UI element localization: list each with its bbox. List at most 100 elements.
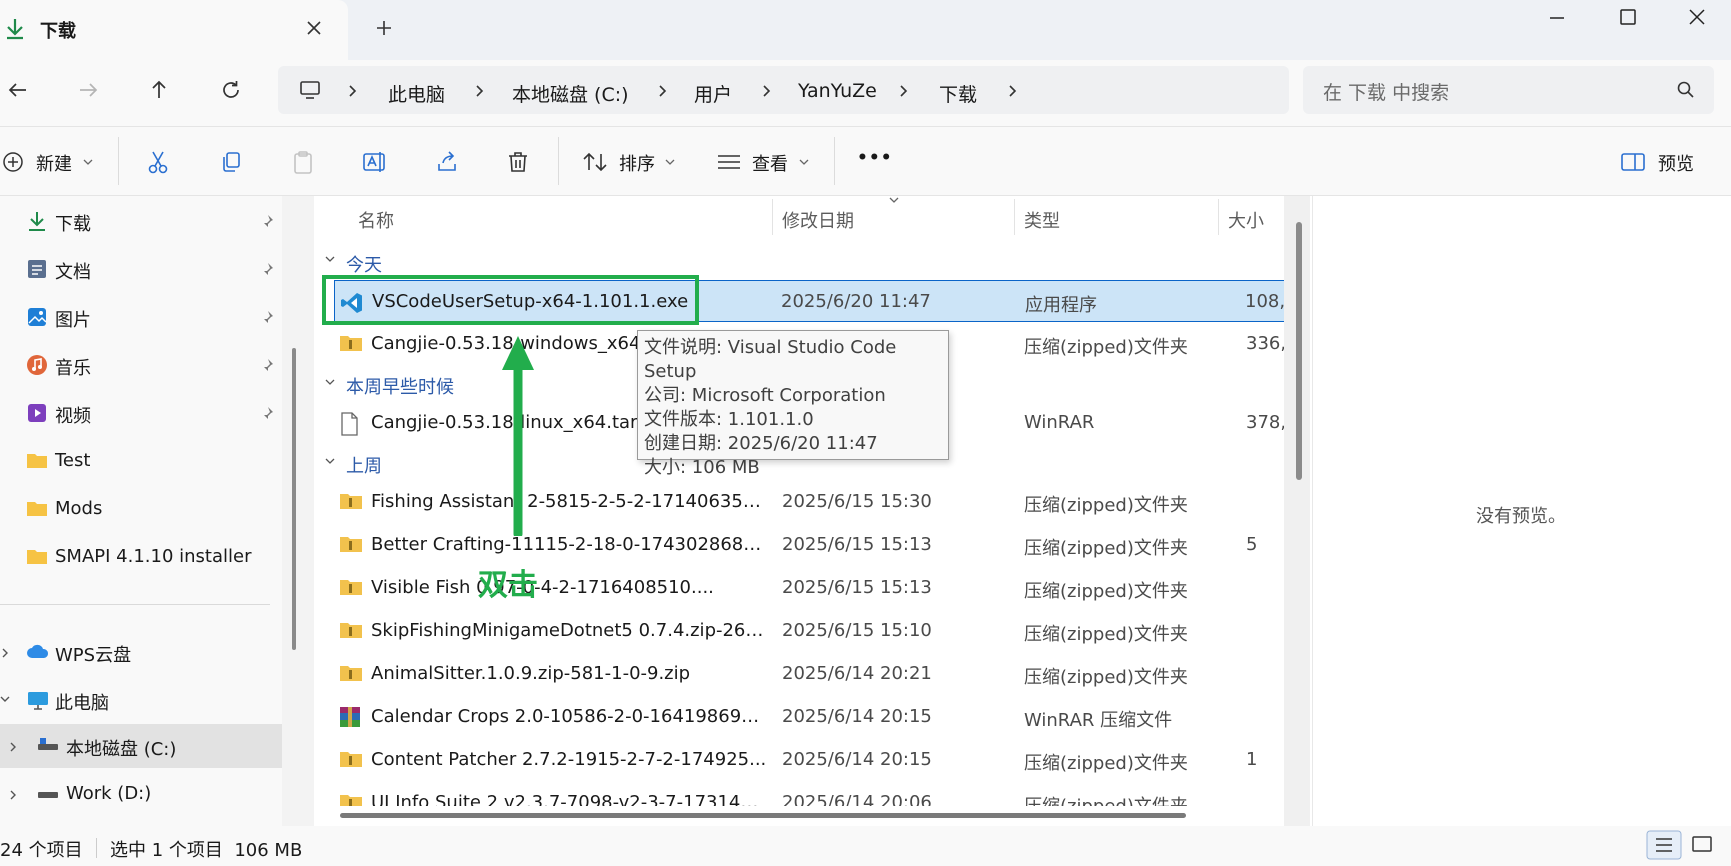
- file-name: Calendar Crops 2.0-10586-2-0-164198699..…: [371, 706, 767, 727]
- file-type: 压缩(zipped)文件夹: [1024, 495, 1188, 516]
- column-divider[interactable]: [1218, 199, 1219, 235]
- chevron-down-icon[interactable]: [664, 158, 676, 166]
- maximize-button[interactable]: [1612, 6, 1644, 30]
- sidebar-item-videos[interactable]: 视频: [0, 391, 282, 435]
- chevron-right-icon[interactable]: [473, 81, 487, 101]
- tiles-view-button[interactable]: [1690, 834, 1714, 856]
- file-row[interactable]: Better Crafting-11115-2-18-0-1743028688.…: [334, 524, 1286, 566]
- chevron-right-icon[interactable]: [760, 81, 774, 101]
- file-row[interactable]: Content Patcher 2.7.2-1915-2-7-2-174925.…: [334, 739, 1286, 781]
- preview-pane-icon[interactable]: [1620, 152, 1646, 172]
- sidebar-item-music[interactable]: 音乐: [0, 343, 282, 387]
- chevron-right-icon[interactable]: [8, 740, 18, 754]
- view-icon[interactable]: [716, 152, 742, 172]
- pin-icon[interactable]: [259, 357, 275, 373]
- details-view-button[interactable]: [1646, 830, 1682, 860]
- breadcrumb-user[interactable]: YanYuZe: [798, 80, 877, 102]
- column-header-date[interactable]: 修改日期: [782, 207, 854, 233]
- file-type: 压缩(zipped)文件夹: [1024, 624, 1188, 645]
- column-header-size[interactable]: 大小: [1228, 207, 1264, 233]
- share-icon[interactable]: [435, 150, 459, 174]
- chevron-down-icon[interactable]: [324, 377, 336, 387]
- chevron-right-icon[interactable]: [8, 788, 18, 802]
- pin-icon[interactable]: [259, 261, 275, 277]
- sidebar-item-drive-d[interactable]: Work (D:): [0, 772, 282, 816]
- group-header-earlier-this-week[interactable]: 本周早些时候: [346, 373, 454, 399]
- column-divider[interactable]: [772, 199, 773, 235]
- file-row[interactable]: Visible Fish 0.97-0-4-2-1716408510.... 2…: [334, 567, 1286, 609]
- tab-downloads[interactable]: 下载: [0, 0, 348, 60]
- new-button[interactable]: 新建: [36, 150, 72, 176]
- new-icon[interactable]: [2, 151, 24, 173]
- chevron-right-icon[interactable]: [0, 646, 10, 660]
- back-button[interactable]: [0, 72, 36, 108]
- search-placeholder[interactable]: 在 下载 中搜索: [1323, 78, 1449, 105]
- chevron-right-icon[interactable]: [1006, 81, 1020, 101]
- chevron-down-icon[interactable]: [0, 692, 10, 706]
- up-button[interactable]: [141, 72, 177, 108]
- sort-icon[interactable]: [582, 150, 608, 174]
- chevron-right-icon[interactable]: [346, 81, 360, 101]
- refresh-button[interactable]: [213, 72, 249, 108]
- sort-button[interactable]: 排序: [619, 150, 655, 176]
- sidebar-item-smapi[interactable]: SMAPI 4.1.10 installer: [0, 535, 282, 579]
- sidebar-item-label: WPS云盘: [55, 645, 132, 666]
- file-row[interactable]: SkipFishingMinigameDotnet5 0.7.4.zip-269…: [334, 610, 1286, 652]
- sidebar-item-test[interactable]: Test: [0, 439, 282, 483]
- file-name: Better Crafting-11115-2-18-0-1743028688.…: [371, 534, 767, 555]
- close-tab-icon[interactable]: [302, 16, 326, 40]
- file-row[interactable]: Fishing Assistant 2-5815-2-5-2-171406351…: [334, 481, 1286, 523]
- chevron-down-icon[interactable]: [798, 158, 810, 166]
- document-icon: [26, 258, 48, 280]
- file-row[interactable]: UI Info Suite 2 v2.3.7-7098-v2-3-7-17314…: [334, 782, 1286, 806]
- sidebar-item-drive-c[interactable]: 本地磁盘 (C:): [0, 724, 282, 768]
- file-row[interactable]: Calendar Crops 2.0-10586-2-0-164198699..…: [334, 696, 1286, 738]
- search-icon[interactable]: [1676, 80, 1696, 100]
- paste-icon[interactable]: [291, 150, 315, 176]
- breadcrumb-drive-c[interactable]: 本地磁盘 (C:): [512, 80, 629, 107]
- group-header-today[interactable]: 今天: [346, 251, 382, 277]
- chevron-down-icon[interactable]: [324, 456, 336, 466]
- file-row[interactable]: AnimalSitter.1.0.9.zip-581-1-0-9.zip 202…: [334, 653, 1286, 695]
- cut-icon[interactable]: [146, 149, 170, 175]
- group-header-last-week[interactable]: 上周: [346, 452, 382, 478]
- folder-icon: [26, 450, 48, 470]
- delete-icon[interactable]: [506, 150, 530, 174]
- chevron-down-icon[interactable]: [82, 158, 94, 166]
- pin-icon[interactable]: [259, 213, 275, 229]
- breadcrumb-downloads[interactable]: 下载: [939, 80, 977, 107]
- sidebar-item-downloads[interactable]: 下载: [0, 199, 282, 243]
- horizontal-scrollbar[interactable]: [340, 813, 1186, 818]
- close-window-button[interactable]: [1681, 6, 1713, 30]
- breadcrumb-users[interactable]: 用户: [694, 80, 732, 107]
- more-options-button[interactable]: •••: [857, 148, 893, 168]
- breadcrumb-this-pc[interactable]: 此电脑: [388, 80, 445, 107]
- pin-icon[interactable]: [259, 405, 275, 421]
- minimize-button[interactable]: [1541, 6, 1573, 30]
- sidebar-item-documents[interactable]: 文档: [0, 247, 282, 291]
- sidebar-item-this-pc[interactable]: 此电脑: [0, 678, 282, 722]
- sidebar-item-pictures[interactable]: 图片: [0, 295, 282, 339]
- column-divider[interactable]: [1014, 199, 1015, 235]
- column-header-type[interactable]: 类型: [1024, 207, 1060, 233]
- pin-icon[interactable]: [259, 309, 275, 325]
- chevron-right-icon[interactable]: [656, 81, 670, 101]
- forward-button[interactable]: [70, 72, 106, 108]
- annotation-arrow: [500, 330, 536, 536]
- file-date: 2025/6/15 15:13: [782, 577, 932, 598]
- computer-icon: [298, 78, 322, 102]
- chevron-down-icon[interactable]: [324, 254, 336, 264]
- sidebar-item-wps-cloud[interactable]: WPS云盘: [0, 630, 282, 674]
- sidebar-item-mods[interactable]: Mods: [0, 487, 282, 531]
- column-header-name[interactable]: 名称: [358, 207, 394, 233]
- copy-icon[interactable]: [219, 150, 243, 174]
- tooltip-size: 大小: 106 MB: [644, 457, 760, 478]
- rename-icon[interactable]: [362, 150, 388, 174]
- search-box[interactable]: 在 下载 中搜索: [1303, 66, 1714, 114]
- preview-button[interactable]: 预览: [1658, 150, 1694, 176]
- new-tab-button[interactable]: [372, 16, 396, 40]
- sidebar-scrollbar[interactable]: [292, 348, 296, 650]
- chevron-right-icon[interactable]: [897, 81, 911, 101]
- view-button[interactable]: 查看: [752, 150, 788, 176]
- vertical-scrollbar[interactable]: [1296, 222, 1302, 480]
